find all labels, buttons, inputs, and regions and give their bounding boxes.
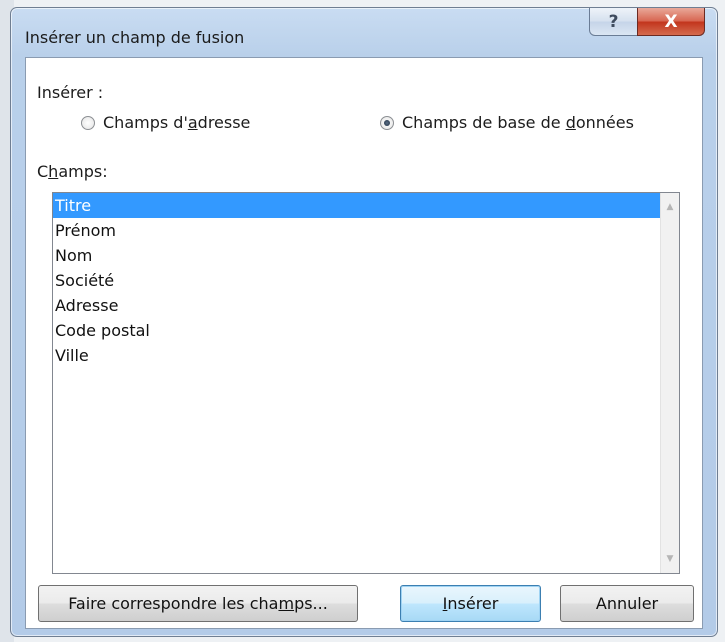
fields-label: Champs: [37, 162, 108, 181]
insert-button[interactable]: Insérer [400, 585, 541, 622]
field-list-item[interactable]: Nom [53, 243, 661, 268]
listbox-scrollbar[interactable]: ▲ ▼ [660, 193, 679, 573]
match-fields-button[interactable]: Faire correspondre les cha m ps... [38, 585, 358, 622]
fields-listbox[interactable]: Titre Prénom Nom Société Adresse Code postal V… [52, 192, 680, 574]
radio-database-label: Champs de base de données [402, 113, 634, 132]
insert-label: Insérer : [37, 83, 104, 102]
dialog-window: Insérer un champ de fusion ? X Insérer :… [10, 7, 718, 637]
field-list-item[interactable]: Adresse [53, 293, 661, 318]
radio-address-fields[interactable]: Champs d'adresse [81, 113, 250, 132]
field-list-item[interactable]: Ville [53, 343, 661, 368]
help-icon: ? [608, 11, 619, 32]
radio-database-fields[interactable]: Champs de base de données [380, 113, 634, 132]
dialog-body: Insérer : Champs d'adresse Champs de bas… [25, 57, 703, 629]
scroll-down-arrow-icon[interactable]: ▼ [661, 549, 679, 569]
dialog-title: Insérer un champ de fusion [25, 28, 245, 47]
field-list-item[interactable]: Société [53, 268, 661, 293]
close-button[interactable]: X [637, 8, 705, 36]
radio-button[interactable] [81, 115, 95, 130]
field-list-item[interactable]: Prénom [53, 218, 661, 243]
field-list-item[interactable]: Titre [53, 193, 661, 218]
radio-button-checked[interactable] [380, 115, 394, 130]
radio-address-label: Champs d'adresse [103, 113, 251, 132]
scroll-up-arrow-icon[interactable]: ▲ [661, 197, 679, 217]
close-icon: X [664, 11, 678, 32]
fields-list[interactable]: Titre Prénom Nom Société Adresse Code postal V… [53, 193, 661, 368]
help-button[interactable]: ? [589, 8, 638, 36]
field-list-item[interactable]: Code postal [53, 318, 661, 343]
cancel-button[interactable]: Annuler [560, 585, 694, 622]
title-bar: Insérer un champ de fusion ? X [11, 8, 717, 56]
